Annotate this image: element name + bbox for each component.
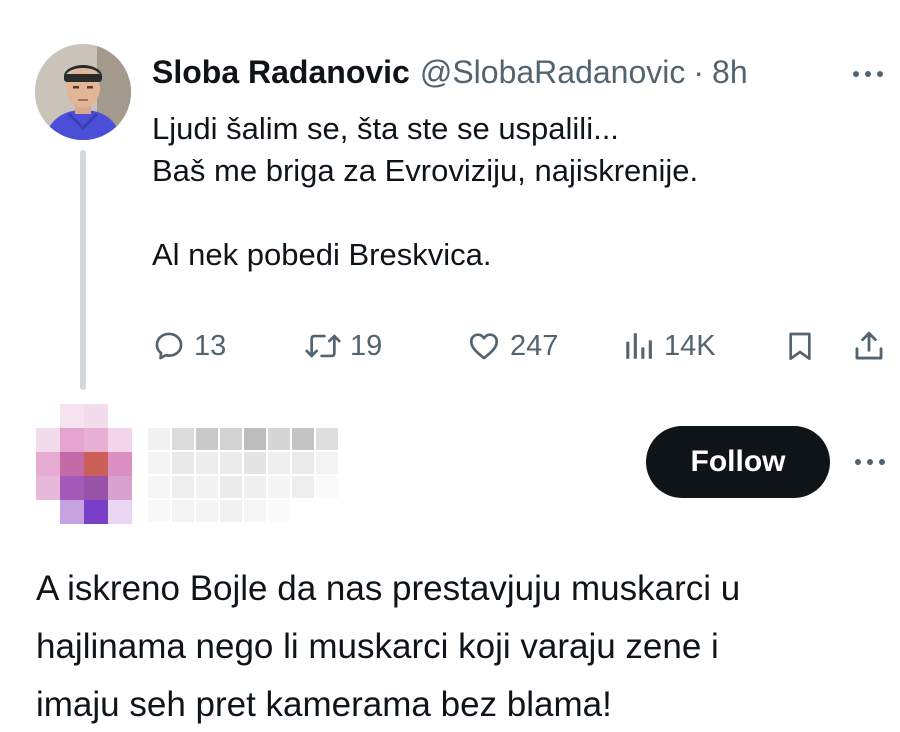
share-button[interactable]: [852, 322, 886, 370]
tweet-header: Sloba Radanovic @SlobaRadanovic · 8h: [152, 50, 748, 94]
retweet-button[interactable]: 19: [304, 322, 382, 370]
tweet-screenshot: Sloba Radanovic @SlobaRadanovic · 8h Lju…: [0, 0, 900, 732]
reply-text: A iskreno Bojle da nas prestavjuju muska…: [36, 560, 886, 732]
views-bar-chart-icon: [626, 333, 652, 359]
tweet-action-bar: 13 19 247 14K: [152, 322, 892, 370]
reply-bubble-icon: [155, 332, 183, 360]
reply-author-avatar-blurred[interactable]: [36, 404, 132, 524]
author-display-name[interactable]: Sloba Radanovic: [152, 54, 410, 91]
header-separator: ·: [693, 53, 705, 90]
heart-icon: [469, 333, 499, 360]
like-count: 247: [510, 329, 559, 362]
tweet-text: Ljudi šalim se, šta ste se uspalili... B…: [152, 108, 872, 276]
tweet-text-line: Ljudi šalim se, šta ste se uspalili...: [152, 111, 619, 146]
reply-count: 13: [194, 329, 227, 362]
like-button[interactable]: 247: [466, 322, 558, 370]
views-button[interactable]: 14K: [622, 322, 716, 370]
thread-connector-line: [80, 150, 86, 390]
tweet-text-blank-line: [152, 192, 872, 234]
reply-text-line: A iskreno Bojle da nas prestavjuju muska…: [36, 569, 741, 608]
author-avatar[interactable]: [35, 44, 131, 140]
author-handle[interactable]: @SlobaRadanovic: [420, 54, 686, 91]
bookmark-icon: [789, 332, 811, 360]
views-count: 14K: [664, 329, 716, 362]
tweet-text-line: Al nek pobedi Breskvica.: [152, 237, 492, 272]
reply-author-name-blurred[interactable]: [148, 428, 338, 524]
bookmark-button[interactable]: [784, 322, 816, 370]
reply-text-line: hajlinama nego li muskarci koji varaju z…: [36, 627, 719, 666]
reply-button[interactable]: 13: [152, 322, 226, 370]
follow-button[interactable]: Follow: [646, 426, 830, 498]
retweet-icon: [305, 334, 341, 358]
share-upload-icon: [855, 331, 883, 360]
more-options-icon[interactable]: [846, 448, 894, 476]
reply-text-line: imaju seh pret kamerama bez blama!: [36, 685, 612, 724]
retweet-count: 19: [350, 329, 383, 362]
more-options-icon[interactable]: [844, 60, 892, 88]
tweet-timestamp[interactable]: 8h: [712, 54, 748, 91]
tweet-text-line: Baš me briga za Evroviziju, najiskrenije…: [152, 153, 699, 188]
